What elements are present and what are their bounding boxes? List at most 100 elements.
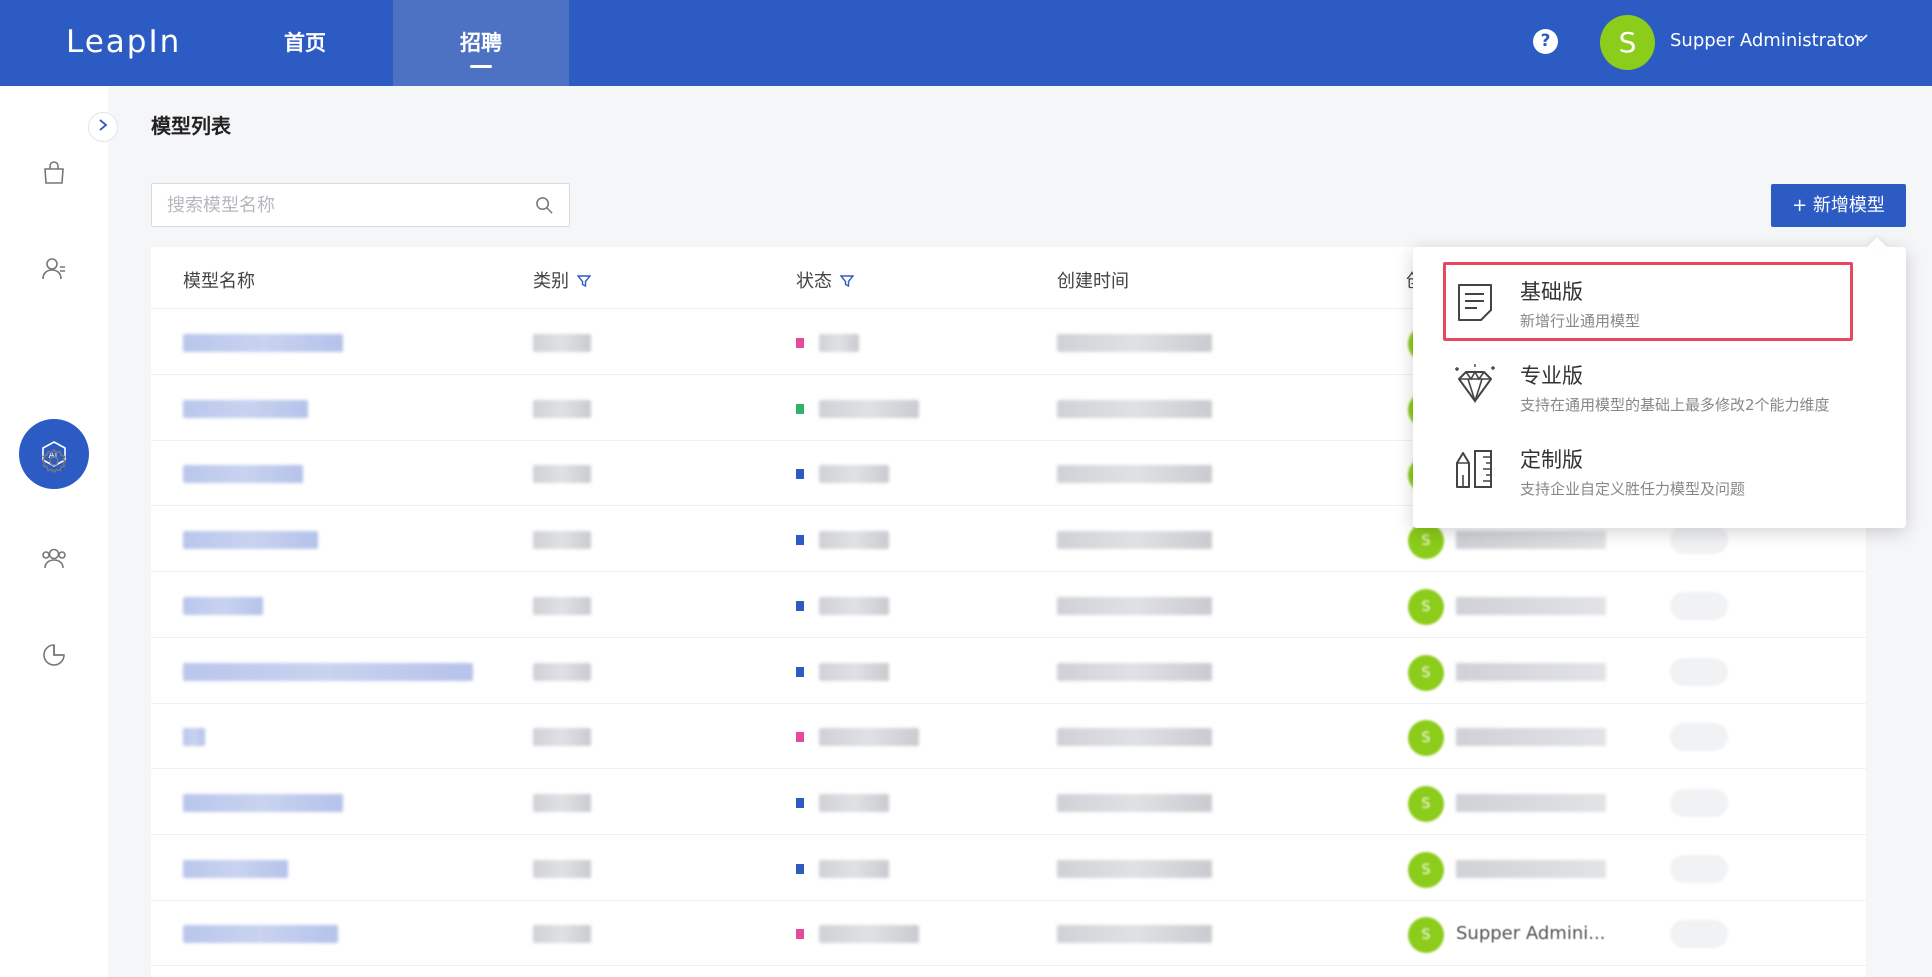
- tools-icon: [1456, 450, 1492, 488]
- team-icon[interactable]: [34, 538, 74, 578]
- table-row[interactable]: S Supper Admini...: [151, 901, 1866, 967]
- model-name-link[interactable]: [183, 334, 343, 352]
- creator-avatar: S: [1408, 523, 1444, 560]
- model-name-link[interactable]: [183, 925, 338, 944]
- option-basic-desc: 新增行业通用模型: [1520, 312, 1641, 330]
- creator-avatar: S: [1408, 720, 1444, 757]
- pie-chart-icon[interactable]: [34, 635, 74, 675]
- created-time-value: [1057, 793, 1212, 812]
- table-row[interactable]: S: [151, 639, 1866, 704]
- model-name-link[interactable]: [183, 662, 473, 681]
- nav-tab-recruit-label: 招聘: [460, 31, 502, 55]
- category-value: [533, 859, 591, 878]
- option-basic[interactable]: 基础版 新增行业通用模型: [1413, 262, 1906, 344]
- category-value: [533, 531, 591, 550]
- creator-name: [1456, 728, 1606, 747]
- created-time-value: [1057, 859, 1212, 878]
- status-dot: [796, 732, 804, 743]
- model-name-link[interactable]: [183, 793, 343, 812]
- model-name-link[interactable]: [183, 859, 288, 878]
- creator-avatar: S: [1408, 785, 1444, 822]
- status-toggle[interactable]: [1670, 854, 1728, 883]
- chevron-down-icon[interactable]: [1853, 30, 1869, 50]
- created-time-value: [1057, 662, 1212, 681]
- creator-name: [1456, 596, 1606, 615]
- status-toggle[interactable]: [1670, 526, 1728, 555]
- status-dot: [796, 666, 804, 677]
- creator-avatar: S: [1408, 917, 1444, 954]
- status-value: [819, 465, 889, 484]
- creator-name: [1456, 662, 1606, 681]
- category-value: [533, 925, 591, 944]
- table-row[interactable]: S: [151, 770, 1866, 835]
- nav-tab-recruit[interactable]: 招聘: [393, 0, 569, 86]
- option-custom-title: 定制版: [1520, 448, 1583, 472]
- app-logo[interactable]: LeapIn: [66, 24, 181, 60]
- user-icon[interactable]: [34, 249, 74, 289]
- user-name[interactable]: Supper Administrator: [1670, 30, 1863, 51]
- status-toggle[interactable]: [1670, 788, 1728, 817]
- creator-name: [1456, 859, 1606, 878]
- status-dot: [796, 535, 804, 546]
- model-name-link[interactable]: [183, 728, 205, 747]
- status-toggle[interactable]: [1670, 723, 1728, 752]
- top-navigation-bar: LeapIn 首页 招聘 ? S Supper Administrator: [0, 0, 1932, 86]
- creator-avatar: S: [1408, 654, 1444, 691]
- category-value: [533, 728, 591, 747]
- bag-icon[interactable]: [34, 153, 74, 193]
- status-dot: [796, 403, 804, 414]
- category-value: [533, 334, 591, 352]
- status-value: [819, 334, 859, 352]
- created-time-value: [1057, 728, 1212, 747]
- created-time-value: [1057, 925, 1212, 944]
- status-toggle[interactable]: [1670, 657, 1728, 686]
- created-time-value: [1057, 399, 1212, 418]
- status-toggle[interactable]: [1670, 920, 1728, 949]
- category-value: [533, 399, 591, 418]
- model-name-link[interactable]: [183, 531, 318, 550]
- table-row[interactable]: S: [151, 836, 1866, 901]
- status-dot: [796, 338, 804, 348]
- status-dot: [796, 929, 804, 940]
- created-time-value: [1057, 596, 1212, 615]
- help-icon[interactable]: ?: [1533, 29, 1558, 54]
- search-icon[interactable]: [535, 196, 554, 215]
- filter-icon[interactable]: [840, 274, 854, 288]
- created-time-value: [1057, 531, 1212, 550]
- document-icon: [1458, 284, 1492, 321]
- option-custom[interactable]: 定制版 支持企业自定义胜任力模型及问题: [1413, 430, 1906, 512]
- table-row[interactable]: S: [151, 704, 1866, 770]
- option-professional-title: 专业版: [1520, 364, 1583, 388]
- creator-avatar: S: [1408, 851, 1444, 888]
- model-name-link[interactable]: [183, 465, 303, 484]
- column-header-name: 模型名称: [183, 271, 255, 292]
- filter-icon[interactable]: [577, 274, 591, 288]
- status-value: [819, 793, 889, 812]
- table-row[interactable]: S: [151, 573, 1866, 638]
- search-box[interactable]: [151, 183, 570, 227]
- status-dot: [796, 797, 804, 808]
- option-basic-title: 基础版: [1520, 280, 1583, 304]
- add-model-button[interactable]: + 新增模型: [1771, 184, 1906, 227]
- column-header-category: 类别: [533, 267, 591, 293]
- model-name-link[interactable]: [183, 596, 263, 615]
- search-input[interactable]: [152, 184, 512, 226]
- creator-name: Supper Admini...: [1456, 923, 1606, 945]
- column-header-status: 状态: [796, 267, 854, 293]
- user-avatar[interactable]: S: [1600, 15, 1655, 70]
- option-professional-desc: 支持在通用模型的基础上最多修改2个能力维度: [1520, 396, 1830, 414]
- chevron-right-icon: [99, 119, 108, 131]
- model-name-link[interactable]: [183, 399, 308, 418]
- status-value: [819, 728, 919, 747]
- option-professional[interactable]: 专业版 支持在通用模型的基础上最多修改2个能力维度: [1413, 346, 1906, 428]
- gear-icon[interactable]: [34, 441, 74, 481]
- status-value: [819, 859, 889, 878]
- status-dot: [796, 600, 804, 611]
- creator-name: [1456, 793, 1606, 812]
- status-value: [819, 596, 889, 615]
- left-sidebar: AI: [0, 86, 108, 977]
- sidebar-expand-button[interactable]: [88, 112, 118, 142]
- nav-tab-home[interactable]: 首页: [250, 0, 360, 86]
- status-toggle[interactable]: [1670, 591, 1728, 620]
- category-value: [533, 465, 591, 484]
